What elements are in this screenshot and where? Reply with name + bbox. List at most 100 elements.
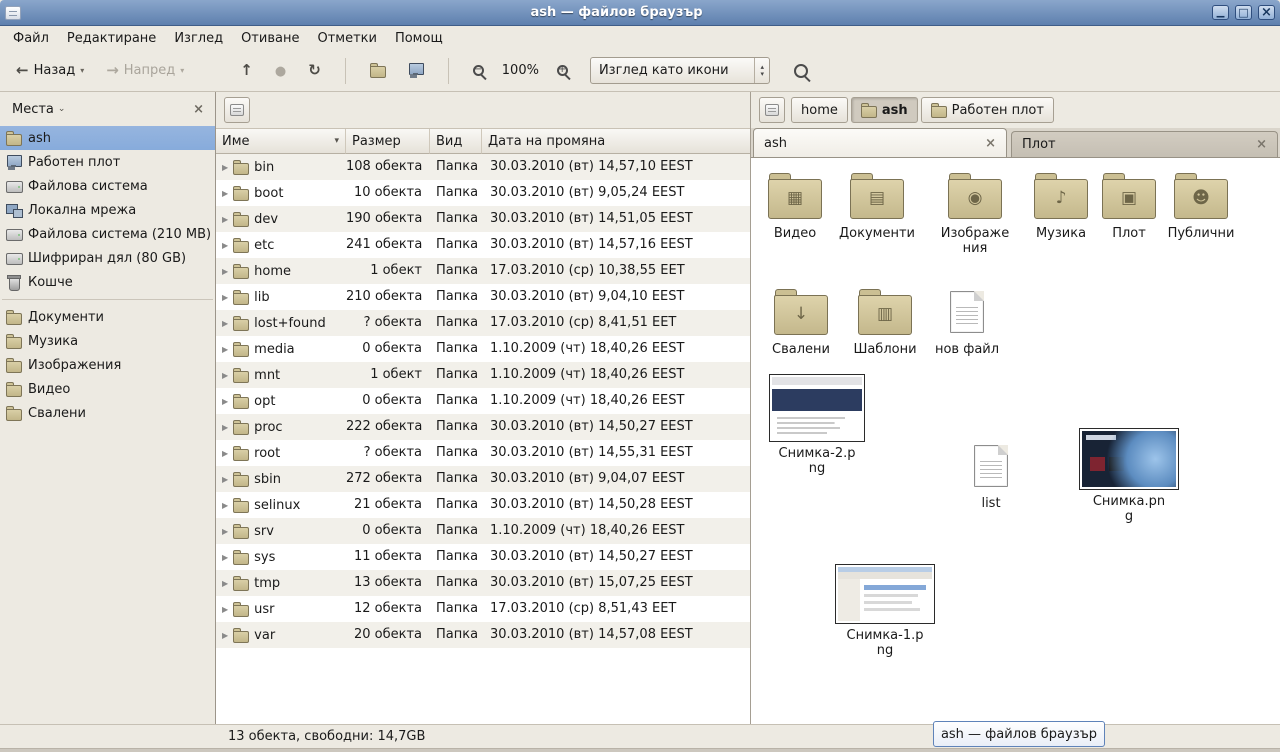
menu-item[interactable]: Отиване: [232, 26, 308, 50]
places-item[interactable]: Видео: [0, 377, 215, 401]
expander-icon[interactable]: [222, 371, 228, 380]
table-row[interactable]: lib 210 обекта Папка 30.03.2010 (вт) 9,0…: [216, 284, 750, 310]
expander-icon[interactable]: [222, 579, 228, 588]
table-row[interactable]: mnt 1 обект Папка 1.10.2009 (чт) 18,40,2…: [216, 362, 750, 388]
table-row[interactable]: opt 0 обекта Папка 1.10.2009 (чт) 18,40,…: [216, 388, 750, 414]
expander-icon[interactable]: [222, 319, 228, 328]
table-row[interactable]: sys 11 обекта Папка 30.03.2010 (вт) 14,5…: [216, 544, 750, 570]
stop-button[interactable]: [267, 58, 294, 83]
close-button[interactable]: [1258, 5, 1275, 20]
expander-icon[interactable]: [222, 605, 228, 614]
column-header-type[interactable]: Вид: [430, 129, 482, 154]
expander-icon[interactable]: [222, 553, 228, 562]
expander-icon[interactable]: [222, 293, 228, 302]
search-button[interactable]: [786, 59, 816, 83]
places-item[interactable]: Изображения: [0, 353, 215, 377]
places-item[interactable]: Файлова система: [0, 174, 215, 198]
breadcrumb-button[interactable]: Работен плот: [921, 97, 1054, 123]
menu-item[interactable]: Отметки: [308, 26, 385, 50]
reload-button[interactable]: [300, 58, 329, 83]
menu-item[interactable]: Файл: [4, 26, 58, 50]
icon-label: list: [981, 496, 1000, 511]
places-close-button[interactable]: [190, 102, 207, 117]
table-row[interactable]: lost+found ? обекта Папка 17.03.2010 (ср…: [216, 310, 750, 336]
taskbar-window-button[interactable]: ash — файлов браузър: [933, 721, 1105, 747]
back-button[interactable]: Назад: [8, 58, 92, 83]
table-row[interactable]: usr 12 обекта Папка 17.03.2010 (ср) 8,51…: [216, 596, 750, 622]
icon-view-item[interactable]: нов файл: [925, 286, 1009, 357]
table-row[interactable]: media 0 обекта Папка 1.10.2009 (чт) 18,4…: [216, 336, 750, 362]
expander-icon[interactable]: [222, 631, 228, 640]
table-row[interactable]: bin 108 обекта Папка 30.03.2010 (вт) 14,…: [216, 154, 750, 180]
places-item[interactable]: Шифриран дял (80 GB): [0, 246, 215, 270]
maximize-button[interactable]: [1235, 5, 1252, 20]
places-item[interactable]: Работен плот: [0, 150, 215, 174]
expander-icon[interactable]: [222, 475, 228, 484]
zoom-in-button[interactable]: [549, 60, 576, 81]
table-row[interactable]: tmp 13 обекта Папка 30.03.2010 (вт) 15,0…: [216, 570, 750, 596]
view-mode-select[interactable]: Изглед като икони: [590, 57, 770, 84]
expander-icon[interactable]: [222, 345, 228, 354]
icon-view-item[interactable]: ↓ Свалени: [759, 286, 843, 357]
icon-view-item[interactable]: ▦ Видео: [753, 170, 837, 241]
pane-location-button[interactable]: [224, 97, 250, 123]
column-header-date[interactable]: Дата на промяна: [482, 129, 750, 154]
breadcrumb-button[interactable]: home: [791, 97, 848, 123]
column-header-name[interactable]: Име: [216, 129, 346, 154]
expander-icon[interactable]: [222, 527, 228, 536]
table-row[interactable]: dev 190 обекта Папка 30.03.2010 (вт) 14,…: [216, 206, 750, 232]
table-row[interactable]: proc 222 обекта Папка 30.03.2010 (вт) 14…: [216, 414, 750, 440]
table-row[interactable]: var 20 обекта Папка 30.03.2010 (вт) 14,5…: [216, 622, 750, 648]
icon-view-item[interactable]: ▤ Документи: [835, 170, 919, 241]
tab[interactable]: Плот: [1011, 131, 1278, 157]
tab-close-button[interactable]: [975, 136, 996, 151]
icon-view-item[interactable]: Снимка-2.png: [765, 374, 869, 476]
places-item[interactable]: Свалени: [0, 401, 215, 425]
places-item[interactable]: Файлова система (210 MB): [0, 222, 215, 246]
column-header-size[interactable]: Размер: [346, 129, 430, 154]
computer-button[interactable]: [400, 58, 432, 83]
places-item[interactable]: ash: [0, 126, 215, 150]
minimize-button[interactable]: [1212, 5, 1229, 20]
places-item[interactable]: Документи: [0, 305, 215, 329]
expander-icon[interactable]: [222, 501, 228, 510]
places-selector[interactable]: Места: [8, 100, 69, 119]
expander-icon[interactable]: [222, 241, 228, 250]
table-row[interactable]: root ? обекта Папка 30.03.2010 (вт) 14,5…: [216, 440, 750, 466]
table-row[interactable]: sbin 272 обекта Папка 30.03.2010 (вт) 9,…: [216, 466, 750, 492]
icon-view-item[interactable]: Снимка.png: [1077, 428, 1181, 524]
menu-item[interactable]: Редактиране: [58, 26, 165, 50]
tab[interactable]: ash: [753, 128, 1007, 157]
table-row[interactable]: etc 241 обекта Папка 30.03.2010 (вт) 14,…: [216, 232, 750, 258]
icon-view-item[interactable]: ☻ Публични: [1159, 170, 1243, 241]
expander-icon[interactable]: [222, 215, 228, 224]
expander-icon[interactable]: [222, 397, 228, 406]
up-button[interactable]: [232, 58, 261, 83]
table-row[interactable]: srv 0 обекта Папка 1.10.2009 (чт) 18,40,…: [216, 518, 750, 544]
places-item[interactable]: Музика: [0, 329, 215, 353]
table-row[interactable]: home 1 обект Папка 17.03.2010 (ср) 10,38…: [216, 258, 750, 284]
expander-icon[interactable]: [222, 449, 228, 458]
places-item[interactable]: Кошче: [0, 270, 215, 294]
expander-icon[interactable]: [222, 423, 228, 432]
zoom-out-button[interactable]: [465, 60, 492, 81]
icon-view-item[interactable]: list: [949, 440, 1033, 511]
breadcrumb-button[interactable]: ash: [851, 97, 918, 123]
file-size: 0 обекта: [346, 336, 430, 362]
tab-close-button[interactable]: [1246, 137, 1267, 152]
expander-icon[interactable]: [222, 189, 228, 198]
places-item[interactable]: Локална мрежа: [0, 198, 215, 222]
expander-icon[interactable]: [222, 267, 228, 276]
forward-button[interactable]: Напред: [98, 58, 192, 83]
menu-item[interactable]: Помощ: [386, 26, 452, 50]
icon-view-item[interactable]: ▥ Шаблони: [843, 286, 927, 357]
icon-view-item[interactable]: Снимка-1.png: [833, 564, 937, 658]
pathbar-icon-button[interactable]: [759, 97, 785, 123]
home-button[interactable]: [362, 58, 394, 83]
table-row[interactable]: boot 10 обекта Папка 30.03.2010 (вт) 9,0…: [216, 180, 750, 206]
window-titlebar[interactable]: ash — файлов браузър: [0, 0, 1280, 26]
expander-icon[interactable]: [222, 163, 228, 172]
menu-item[interactable]: Изглед: [165, 26, 232, 50]
table-row[interactable]: selinux 21 обекта Папка 30.03.2010 (вт) …: [216, 492, 750, 518]
icon-view-item[interactable]: ◉ Изображения: [933, 170, 1017, 256]
